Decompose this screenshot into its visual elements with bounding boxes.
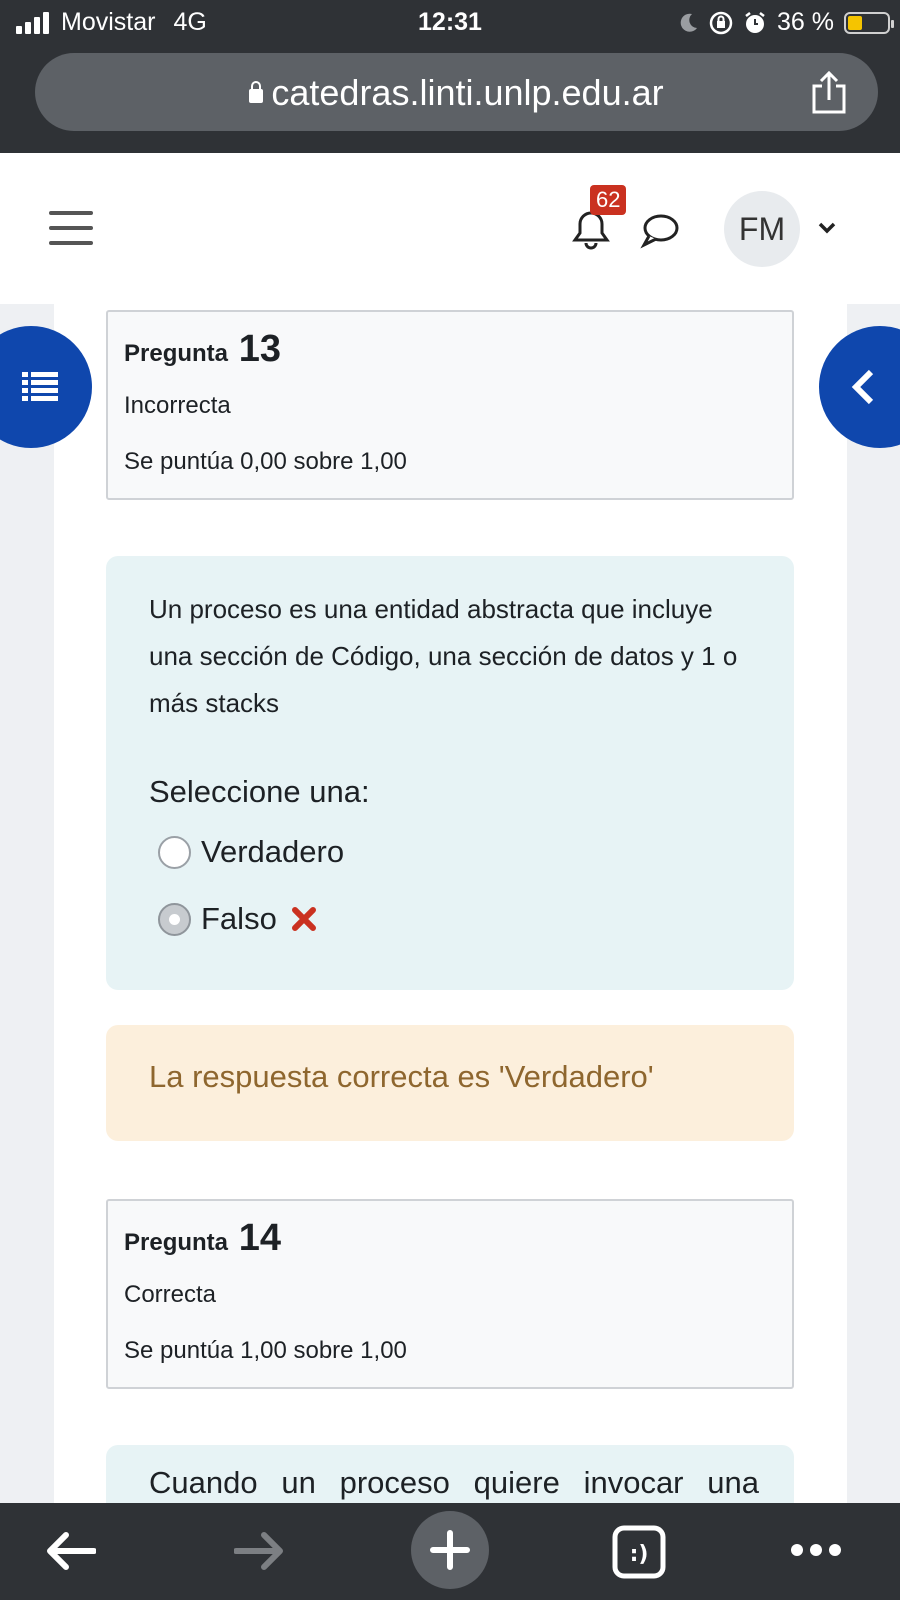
moon-icon bbox=[680, 13, 698, 32]
option-falso[interactable]: Falso bbox=[158, 901, 317, 937]
forward-arrow-icon[interactable] bbox=[234, 1531, 286, 1571]
site-header: 62 FM bbox=[0, 153, 900, 304]
plus-icon bbox=[430, 1530, 470, 1570]
question-state: Correcta bbox=[124, 1281, 217, 1308]
chat-icon[interactable] bbox=[640, 211, 680, 249]
svg-text::): :) bbox=[630, 1542, 649, 1567]
question-grade: Se puntúa 0,00 sobre 1,00 bbox=[124, 448, 407, 475]
browser-toolbar: :) bbox=[0, 1503, 900, 1600]
radio-verdadero[interactable] bbox=[158, 835, 191, 869]
chevron-down-icon[interactable] bbox=[818, 219, 836, 237]
battery-icon bbox=[844, 11, 894, 34]
rotation-lock-icon bbox=[709, 11, 733, 34]
incorrect-cross-icon bbox=[291, 907, 316, 931]
back-arrow-icon[interactable] bbox=[44, 1531, 96, 1571]
question-info-13: Pregunta 13 Incorrecta Se puntúa 0,00 so… bbox=[106, 310, 794, 500]
lock-icon bbox=[249, 81, 264, 103]
correct-answer-feedback: La respuesta correcta es 'Verdadero' bbox=[106, 1025, 794, 1141]
question-state: Incorrecta bbox=[124, 392, 231, 419]
question-formulation-13: Un proceso es una entidad abstracta que … bbox=[106, 556, 794, 990]
option-label: Falso bbox=[201, 901, 277, 936]
tabs-icon[interactable]: :) bbox=[612, 1525, 666, 1579]
option-label: Verdadero bbox=[201, 834, 345, 869]
battery-text: 36 % bbox=[777, 8, 834, 36]
question-text: Un proceso es una entidad abstracta que … bbox=[149, 594, 738, 718]
option-verdadero[interactable]: Verdadero bbox=[158, 834, 344, 870]
question-text: Cuando un proceso quiere invocar una bbox=[149, 1465, 759, 1500]
user-avatar[interactable]: FM bbox=[724, 191, 800, 267]
more-icon[interactable] bbox=[790, 1543, 842, 1557]
notification-badge: 62 bbox=[590, 185, 627, 215]
url-text: catedras.linti.unlp.edu.ar bbox=[271, 72, 664, 113]
answer-prompt: Seleccione una: bbox=[149, 774, 370, 809]
status-bar: Movistar 4G 12:31 36 % bbox=[0, 0, 900, 46]
question-number: Pregunta 14 bbox=[124, 1217, 281, 1259]
menu-icon[interactable] bbox=[49, 211, 93, 245]
address-bar[interactable]: catedras.linti.unlp.edu.ar bbox=[35, 53, 878, 131]
chevron-left-icon bbox=[851, 369, 874, 405]
radio-falso[interactable] bbox=[158, 902, 191, 936]
question-info-14: Pregunta 14 Correcta Se puntúa 1,00 sobr… bbox=[106, 1199, 794, 1389]
question-grade: Se puntúa 1,00 sobre 1,00 bbox=[124, 1337, 407, 1364]
browser-top-bar: Movistar 4G 12:31 36 % catedras.linti.un… bbox=[0, 0, 900, 153]
share-icon[interactable] bbox=[810, 70, 848, 114]
alarm-icon bbox=[745, 11, 765, 33]
question-number: Pregunta 13 bbox=[124, 328, 281, 370]
new-tab-button[interactable] bbox=[411, 1511, 489, 1589]
list-icon bbox=[22, 372, 58, 401]
